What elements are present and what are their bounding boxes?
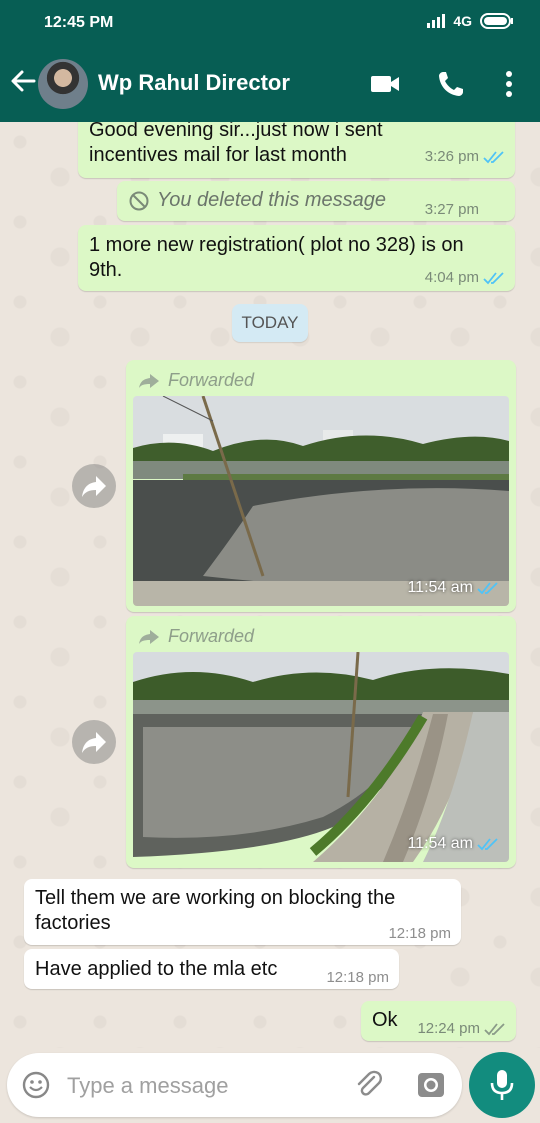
forwarded-icon <box>139 629 159 644</box>
lake-photo-2[interactable]: 11:54 am <box>133 652 509 862</box>
chat-header: Wp Rahul Director <box>0 46 540 122</box>
message-text: Have applied to the mla etc <box>35 958 278 980</box>
message-meta: 12:24 pm <box>417 1016 506 1041</box>
status-icons: 4G <box>427 13 514 29</box>
forwarded-label: Forwarded <box>138 624 254 649</box>
mic-icon <box>490 1070 514 1100</box>
chat-area[interactable]: Good evening sir...just now i sent incen… <box>0 122 540 1048</box>
voice-call-icon[interactable] <box>436 70 466 98</box>
camera-icon[interactable] <box>415 1069 447 1101</box>
message-time: 12:18 pm <box>326 969 389 986</box>
incoming-message[interactable]: Have applied to the mla etc 12:18 pm <box>24 949 399 989</box>
forwarded-text: Forwarded <box>168 626 255 646</box>
outgoing-message[interactable]: 1 more new registration( plot no 328) is… <box>78 225 515 291</box>
more-options-icon[interactable] <box>496 70 522 98</box>
image-meta: 11:54 am <box>407 831 499 856</box>
contact-avatar[interactable] <box>38 59 88 109</box>
signal-icon <box>427 14 446 28</box>
date-divider: TODAY <box>232 304 308 342</box>
forwarded-image-message[interactable]: Forwarded 11:54 am <box>126 616 516 868</box>
forward-share-button[interactable] <box>72 720 116 764</box>
image-meta: 11:54 am <box>407 575 499 600</box>
message-time: 11:54 am <box>407 579 473 596</box>
back-arrow-icon[interactable] <box>10 68 36 94</box>
message-time: 11:54 am <box>407 835 473 852</box>
message-meta: 12:18 pm <box>388 921 451 946</box>
incoming-message[interactable]: Tell them we are working on blocking the… <box>24 879 461 945</box>
video-call-icon[interactable] <box>370 70 400 98</box>
share-arrow-icon <box>82 476 106 497</box>
message-time: 3:26 pm <box>424 148 479 165</box>
read-receipt-icon <box>483 150 504 163</box>
network-type: 4G <box>453 13 472 29</box>
message-text: Good evening sir...just now i sent incen… <box>89 122 383 166</box>
forwarded-image-message[interactable]: Forwarded 11:54 am <box>126 360 516 612</box>
delivered-receipt-icon <box>484 1022 505 1035</box>
outgoing-message[interactable]: Ok 12:24 pm <box>361 1001 516 1041</box>
blocked-icon <box>129 191 149 211</box>
message-time: 4:04 pm <box>424 269 479 286</box>
read-receipt-icon <box>483 271 504 284</box>
status-time: 12:45 PM <box>44 14 114 31</box>
message-composer[interactable]: Type a message <box>7 1053 462 1117</box>
share-arrow-icon <box>82 732 106 753</box>
message-meta: 4:04 pm <box>425 265 505 290</box>
voice-record-button[interactable] <box>469 1052 535 1118</box>
message-time: 12:24 pm <box>417 1020 480 1037</box>
forwarded-text: Forwarded <box>168 370 255 390</box>
status-bar: 12:45 PM 4G <box>0 0 540 46</box>
message-meta: 3:26 pm <box>425 144 505 169</box>
read-receipt-icon <box>477 837 498 850</box>
outgoing-message[interactable]: Good evening sir...just now i sent incen… <box>78 122 515 178</box>
message-meta: 12:18 pm <box>326 965 389 990</box>
message-meta: 3:27 pm <box>425 197 479 222</box>
forwarded-label: Forwarded <box>138 368 254 393</box>
message-time: 12:18 pm <box>388 925 451 942</box>
forward-share-button[interactable] <box>72 464 116 508</box>
message-text: Ok <box>372 1009 398 1031</box>
forwarded-icon <box>139 373 159 388</box>
deleted-message-text: You deleted this message <box>157 189 387 211</box>
contact-name[interactable]: Wp Rahul Director <box>98 70 290 96</box>
message-time: 3:27 pm <box>424 201 479 218</box>
battery-icon <box>480 13 513 29</box>
message-input[interactable]: Type a message <box>67 1073 228 1099</box>
attach-icon[interactable] <box>353 1069 385 1101</box>
deleted-message[interactable]: You deleted this message 3:27 pm <box>117 181 515 221</box>
emoji-icon[interactable] <box>21 1070 51 1100</box>
lake-photo-1[interactable]: 11:54 am <box>133 396 509 606</box>
read-receipt-icon <box>477 581 498 594</box>
